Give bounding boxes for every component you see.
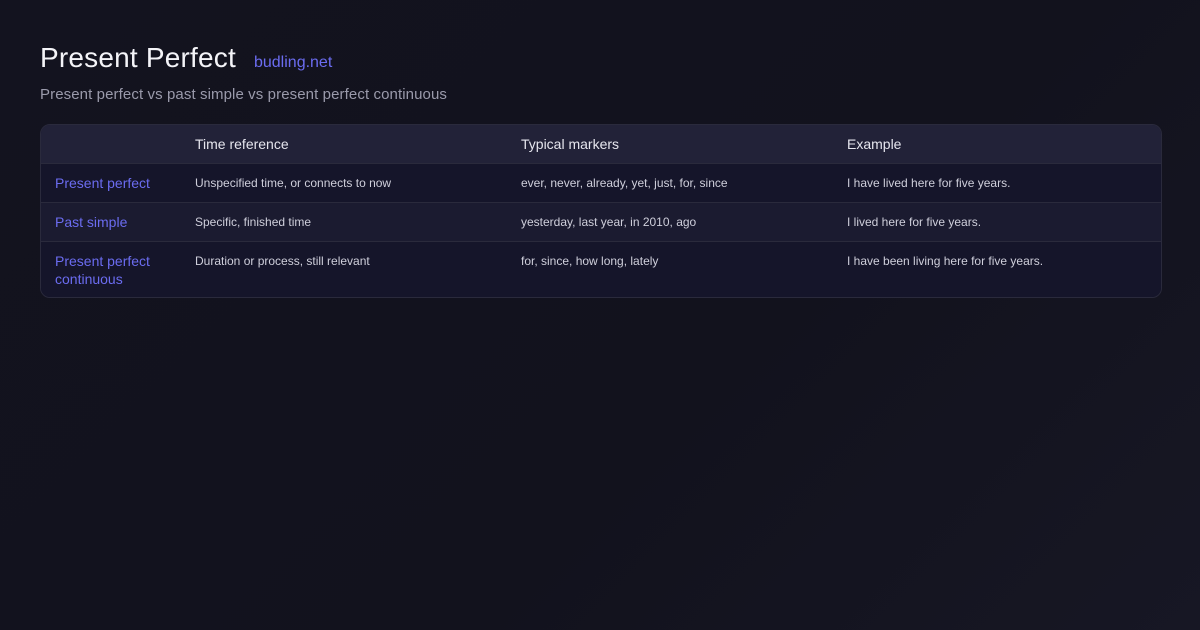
row-time-reference: Unspecified time, or connects to now bbox=[181, 163, 507, 203]
row-time-reference: Duration or process, still relevant bbox=[195, 254, 370, 268]
table-row: Past simple Specific, finished time yest… bbox=[41, 202, 1161, 242]
row-markers: for, since, how long, lately bbox=[521, 254, 659, 268]
row-example: I have been living here for five years. bbox=[847, 254, 1044, 268]
row-markers: yesterday, last year, in 2010, ago bbox=[507, 202, 833, 242]
row-markers: ever, never, already, yet, just, for, si… bbox=[507, 163, 833, 203]
row-term: Present perfect continuous bbox=[55, 253, 150, 287]
row-term: Present perfect bbox=[41, 163, 181, 203]
page: Present Perfect budling.net Present perf… bbox=[0, 0, 1200, 630]
row-example: I lived here for five years. bbox=[833, 202, 1161, 242]
page-subtitle: Present perfect vs past simple vs presen… bbox=[40, 86, 448, 103]
column-header-term bbox=[41, 125, 181, 164]
table-row: Present perfect continuous Duration or p… bbox=[41, 241, 1161, 297]
column-header-time-reference: Time reference bbox=[181, 125, 507, 164]
column-header-example: Example bbox=[833, 125, 1161, 164]
comparison-table: Time reference Typical markers Example P… bbox=[40, 124, 1162, 298]
table-header-row: Time reference Typical markers Example bbox=[41, 125, 1161, 164]
column-header-typical-markers: Typical markers bbox=[507, 125, 833, 164]
row-example: I have lived here for five years. bbox=[833, 163, 1161, 203]
page-title: Present Perfect bbox=[40, 42, 236, 73]
row-time-reference: Specific, finished time bbox=[181, 202, 507, 242]
header: Present Perfect budling.net bbox=[40, 42, 1160, 74]
row-term: Past simple bbox=[41, 202, 181, 242]
table-row: Present perfect Unspecified time, or con… bbox=[41, 163, 1161, 203]
site-link[interactable]: budling.net bbox=[254, 54, 332, 72]
